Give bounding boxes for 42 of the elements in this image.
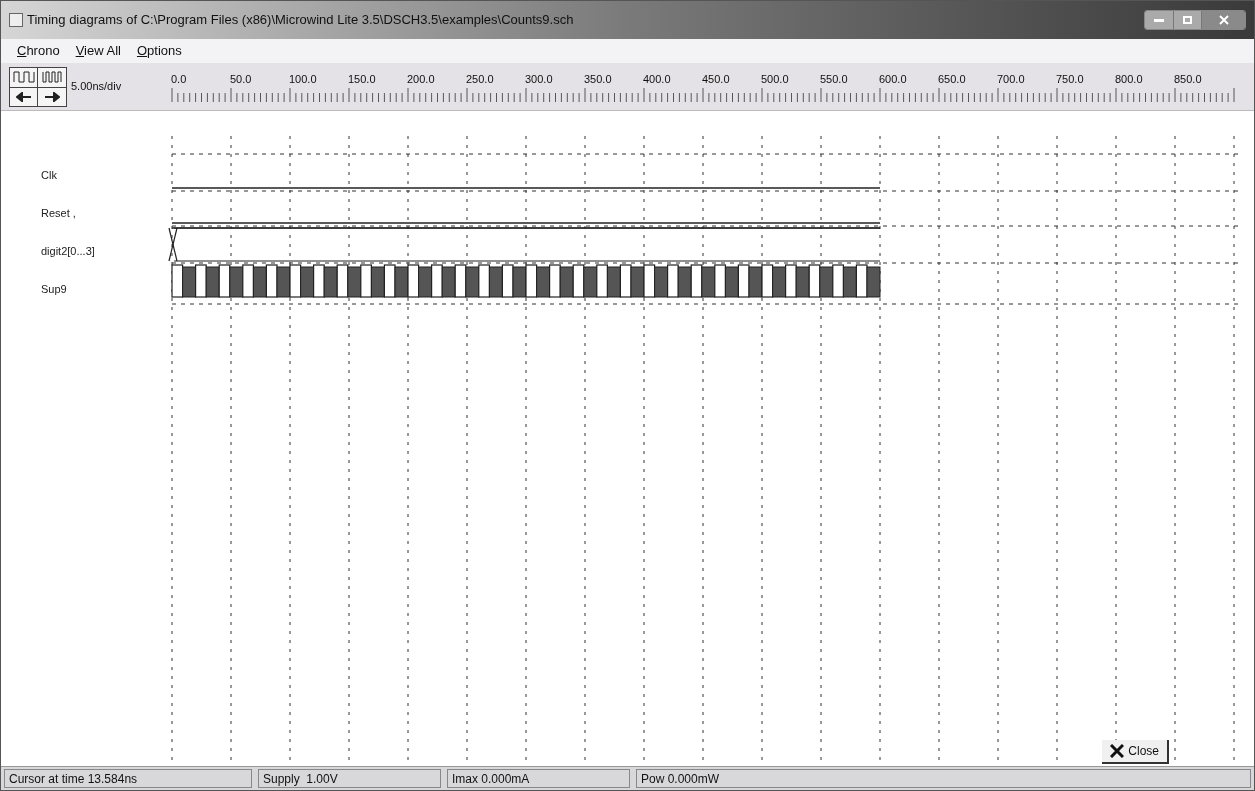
ruler-label: 150.0 [348, 72, 377, 88]
zoom-in-button[interactable] [10, 67, 38, 88]
wide-pulses-icon [12, 71, 35, 83]
ruler-label: 550.0 [820, 72, 849, 88]
ruler-label: 800.0 [1115, 72, 1144, 88]
ruler-label: 500.0 [761, 72, 790, 88]
ruler-label: 450.0 [702, 72, 731, 88]
ruler-label: 250.0 [466, 72, 495, 88]
ruler-label: 200.0 [407, 72, 436, 88]
menu-item[interactable]: View All [75, 41, 121, 61]
left-arrow-icon [15, 91, 32, 102]
time-scale-label: 5.00ns/div [71, 79, 122, 95]
ruler-label: 400.0 [643, 72, 672, 88]
close-icon [1218, 15, 1229, 25]
app-icon [9, 13, 23, 27]
ruler-label: 700.0 [997, 72, 1026, 88]
status-field: Cursor at time 13.584ns [4, 769, 252, 788]
status-field: Supply 1.00V [258, 769, 441, 788]
ruler-label: 650.0 [938, 72, 967, 88]
signal-name: Clk [41, 167, 57, 183]
status-field: Pow 0.000mW [636, 769, 1251, 788]
ruler-label: 600.0 [879, 72, 908, 88]
signal-name: Sup9 [41, 281, 67, 297]
close-window-button[interactable] [1201, 11, 1245, 29]
x-icon [1110, 744, 1125, 758]
signal-name: Reset , [41, 205, 76, 221]
narrow-pulses-icon [42, 71, 62, 83]
menu-item[interactable]: Chrono [17, 41, 60, 61]
ruler-label: 300.0 [525, 72, 554, 88]
close-button[interactable]: Close [1102, 740, 1169, 764]
right-arrow-icon [44, 91, 60, 102]
ruler-label: 750.0 [1056, 72, 1085, 88]
signal-name: digit2[0...3] [41, 243, 95, 259]
ruler-label: 50.0 [230, 72, 253, 88]
status-field: Imax 0.000mA [447, 769, 630, 788]
ruler-label: 850.0 [1174, 72, 1203, 88]
ruler-label: 0.0 [171, 72, 188, 88]
ruler-label: 350.0 [584, 72, 613, 88]
window-title: Timing diagrams of C:\Program Files (x86)\Microwind Lite 3.5\DSCH3.5\examples\Counts9.sch [27, 11, 574, 30]
maximize-button[interactable] [1173, 11, 1201, 29]
menu-item[interactable]: Options [136, 41, 182, 61]
ruler-label: 100.0 [289, 72, 318, 88]
